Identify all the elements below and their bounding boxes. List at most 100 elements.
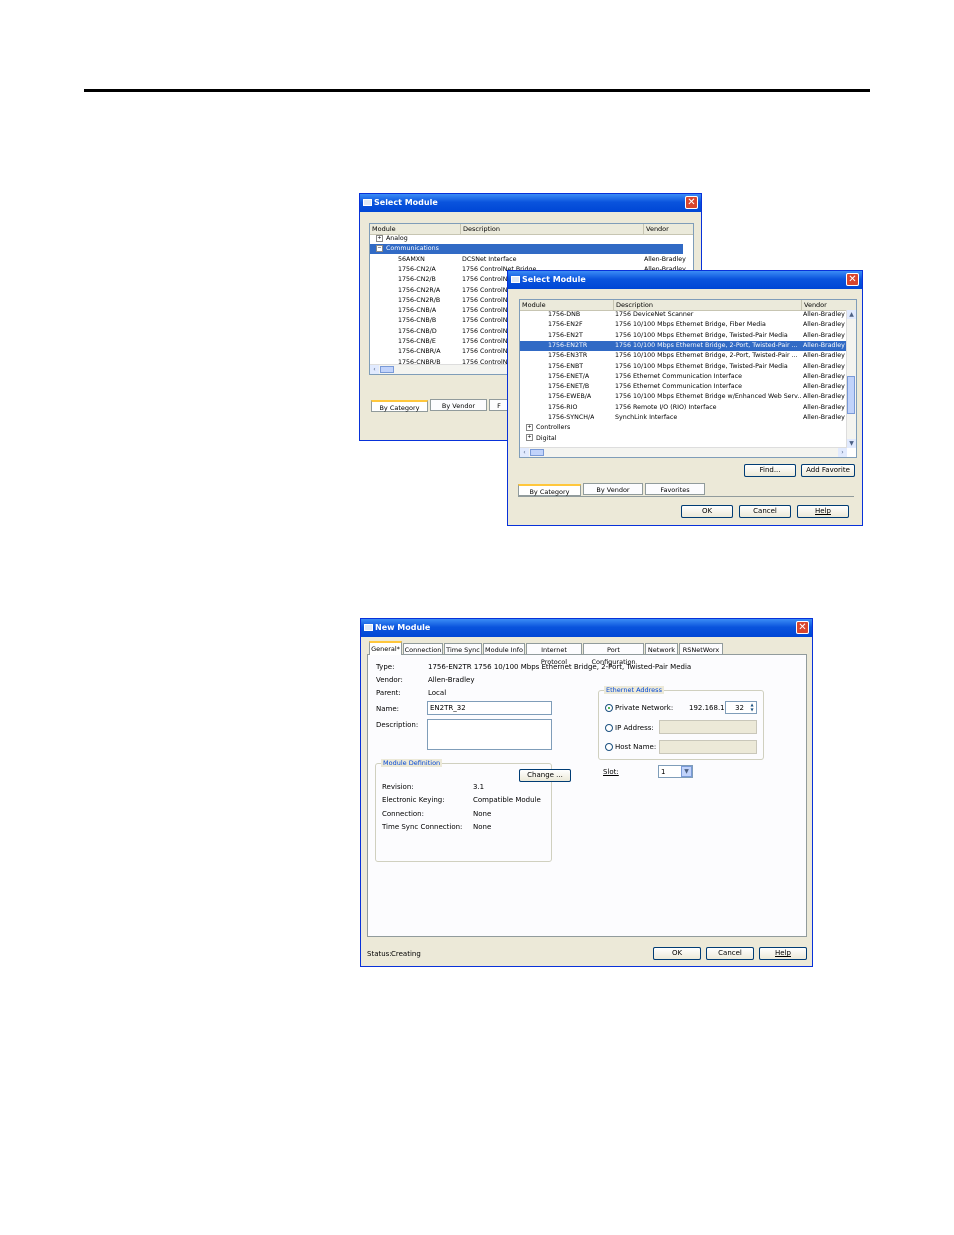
list-item[interactable]: 1756-EN2TR 1756 10/100 Mbps Ethernet Brid… — [520, 340, 846, 351]
status-value: Creating — [391, 950, 421, 958]
scroll-left-icon[interactable]: ‹ — [370, 365, 379, 374]
private-network-radio[interactable] — [605, 704, 613, 712]
page-rule — [84, 89, 870, 92]
revision-label: Revision: — [382, 783, 414, 791]
tab-internet-protocol[interactable]: Internet Protocol — [526, 643, 582, 666]
column-module[interactable]: Module — [370, 224, 461, 234]
tab-general[interactable]: General* — [369, 641, 402, 655]
module-name: 1756-CN2/A — [398, 265, 436, 273]
window-title: Select Module — [522, 275, 586, 284]
category-label: Controllers — [536, 424, 571, 432]
description-field[interactable] — [427, 719, 552, 750]
list-item[interactable]: − Communications — [370, 244, 683, 255]
find-button[interactable]: Find... — [744, 464, 796, 477]
list-item[interactable]: + Analog — [370, 234, 683, 244]
help-button[interactable]: Help — [797, 505, 849, 518]
collapse-icon[interactable]: − — [376, 244, 383, 252]
category-label: Digital — [536, 434, 557, 442]
tab-rsnetworx[interactable]: RSNetWorx — [679, 643, 723, 655]
module-description: 1756 DeviceNet Scanner — [615, 311, 694, 318]
host-name-field[interactable] — [659, 740, 757, 754]
module-name: 56AMXN — [398, 255, 425, 263]
list-item[interactable]: 1756-EWEB/A 1756 10/100 Mbps Ethernet Bri… — [520, 392, 846, 402]
help-button[interactable]: Help — [759, 947, 807, 960]
module-definition-legend: Module Definition — [381, 759, 443, 767]
octet-spinner-icon[interactable]: ▲ ▼ — [748, 702, 756, 713]
list-item[interactable]: 1756-SYNCH/A SynchLink Interface Allen-Bra… — [520, 413, 846, 423]
select-module-dialog: Select Module ✕ Module Description Vendo… — [507, 270, 863, 526]
expand-icon[interactable]: + — [376, 234, 383, 242]
module-name: 1756-RIO — [548, 403, 578, 411]
host-name-radio[interactable] — [605, 743, 613, 751]
module-description: DCSNet Interface — [462, 255, 517, 263]
tab-by-category[interactable]: By Category — [518, 484, 581, 496]
tab-favorites[interactable]: F — [489, 399, 509, 411]
column-description[interactable]: Description — [461, 224, 644, 234]
list-item[interactable]: 1756-EN3TR 1756 10/100 Mbps Ethernet Brid… — [520, 351, 846, 361]
horizontal-scrollbar[interactable]: ‹ › — [520, 447, 847, 457]
module-name: 1756-ENBT — [548, 362, 584, 370]
module-vendor: Allen-Bradley — [644, 255, 686, 263]
ip-address-field[interactable] — [659, 720, 757, 734]
parent-label: Parent: — [376, 689, 401, 697]
tab-port-configuration[interactable]: Port Configuration — [583, 643, 644, 666]
vertical-scrollbar[interactable]: ▲ ▼ — [846, 310, 856, 448]
list-item[interactable]: 1756-ENBT 1756 10/100 Mbps Ethernet Bridg… — [520, 362, 846, 372]
cancel-button[interactable]: Cancel — [706, 947, 754, 960]
expand-icon[interactable]: + — [526, 423, 533, 431]
tab-by-category[interactable]: By Category — [371, 400, 428, 412]
close-button[interactable]: ✕ — [846, 273, 859, 286]
module-vendor: Allen-Bradley — [803, 414, 845, 421]
chevron-down-icon[interactable]: ▼ — [681, 766, 692, 777]
name-label: Name: — [376, 705, 400, 713]
tab-by-vendor[interactable]: By Vendor — [583, 483, 643, 495]
scroll-right-icon[interactable]: › — [838, 448, 847, 457]
column-module[interactable]: Module — [520, 300, 614, 310]
scroll-thumb[interactable] — [530, 449, 544, 456]
close-button[interactable]: ✕ — [796, 621, 809, 634]
ethernet-address-legend: Ethernet Address — [604, 686, 664, 694]
scroll-thumb[interactable] — [380, 366, 394, 373]
tab-network[interactable]: Network — [645, 643, 678, 655]
new-module-dialog: New Module ✕ General* Connection Time Sync… — [360, 618, 813, 967]
expand-icon[interactable]: + — [526, 434, 533, 442]
ok-button[interactable]: OK — [681, 505, 733, 518]
column-description[interactable]: Description — [614, 300, 802, 310]
window-title: Select Module — [374, 198, 438, 207]
list-item[interactable]: + Controllers — [520, 423, 846, 433]
column-vendor[interactable]: Vendor — [802, 300, 856, 310]
tab-favorites[interactable]: Favorites — [645, 483, 705, 495]
module-name: 1756-CNB/E — [398, 338, 436, 345]
list-item[interactable]: 1756-EN2F 1756 10/100 Mbps Ethernet Bridg… — [520, 320, 846, 330]
list-item[interactable]: 1756-ENET/B 1756 Ethernet Communication I… — [520, 382, 846, 392]
tab-by-vendor[interactable]: By Vendor — [430, 399, 487, 411]
scroll-left-icon[interactable]: ‹ — [520, 448, 529, 457]
module-definition-group: Module Definition Change ... Revision: 3… — [375, 759, 571, 862]
change-button[interactable]: Change ... — [519, 769, 571, 782]
close-button[interactable]: ✕ — [685, 196, 698, 209]
list-item[interactable]: 1756-ENET/A 1756 Ethernet Communication I… — [520, 372, 846, 382]
module-name: 1756-ENET/B — [548, 383, 590, 391]
ip-address-radio[interactable] — [605, 724, 613, 732]
name-field[interactable]: EN2TR_32 — [427, 701, 552, 715]
tab-module-info[interactable]: Module Info — [483, 643, 525, 655]
list-item[interactable]: 56AMXN DCSNet Interface Allen-Bradley — [370, 255, 686, 265]
scroll-down-icon[interactable]: ▼ — [847, 439, 856, 448]
scroll-thumb[interactable] — [847, 376, 855, 414]
add-favorite-button[interactable]: Add Favorite — [801, 464, 855, 477]
cancel-button[interactable]: Cancel — [739, 505, 791, 518]
module-description: 1756 Ethernet Communication Interface — [615, 372, 742, 380]
list-item[interactable]: 1756-EN2T 1756 10/100 Mbps Ethernet Bridg… — [520, 331, 846, 341]
list-item[interactable]: 1756-DNB 1756 DeviceNet Scanner Allen-Brad… — [520, 310, 846, 320]
tab-connection[interactable]: Connection — [403, 643, 443, 655]
module-list[interactable]: Module Description Vendor 1756-DNB 1756 D… — [519, 299, 857, 458]
list-item[interactable]: 1756-RIO 1756 Remote I/O (RIO) Interface A… — [520, 403, 846, 413]
ok-button[interactable]: OK — [653, 947, 701, 960]
timesync-value: None — [473, 823, 492, 831]
timesync-label: Time Sync Connection: — [382, 823, 463, 831]
list-item[interactable]: + Digital — [520, 434, 846, 444]
tab-time-sync[interactable]: Time Sync — [444, 643, 482, 655]
scroll-up-icon[interactable]: ▲ — [847, 310, 856, 319]
column-vendor[interactable]: Vendor — [644, 224, 693, 234]
module-name: 1756-ENET/A — [548, 372, 590, 380]
